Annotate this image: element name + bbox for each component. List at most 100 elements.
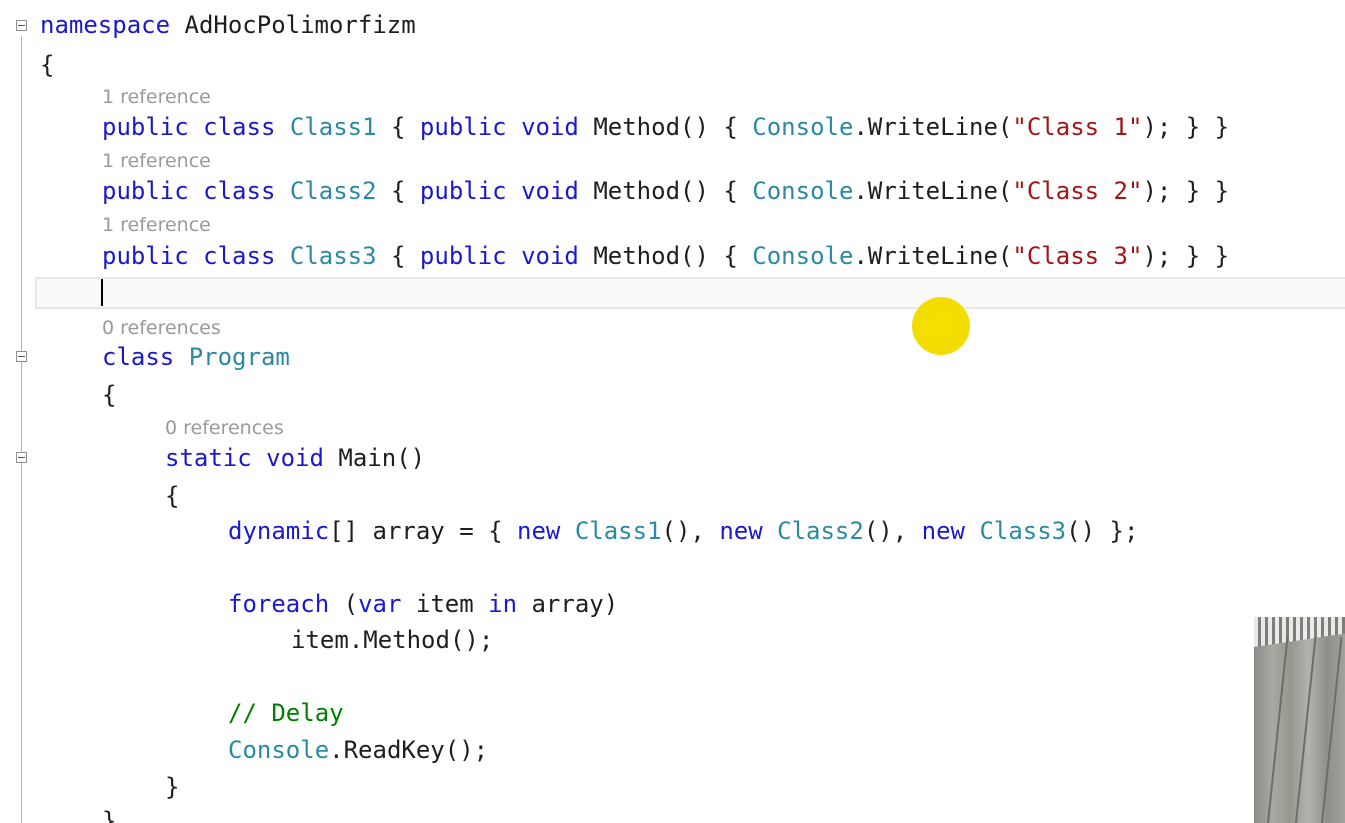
code-line-class1[interactable]: public class Class1 { public void Method… [102, 112, 1229, 142]
code-line-program-open-brace[interactable]: { [102, 380, 116, 410]
class-name: Class3 [979, 517, 1067, 545]
code-line-readkey[interactable]: Console.ReadKey(); [228, 735, 488, 765]
keyword: void [521, 177, 579, 205]
code-line-program-close-brace[interactable]: } [102, 806, 116, 823]
string-literal: "Class 3" [1012, 242, 1143, 270]
string-literal: "Class 1" [1012, 113, 1143, 141]
code-lens-class1[interactable]: 1 reference [102, 85, 211, 109]
code-line-main[interactable]: static void Main() [165, 443, 425, 473]
keyword: void [521, 242, 579, 270]
identifier: array) [517, 590, 619, 618]
method-decl: Main() [338, 444, 426, 472]
string-literal: "Class 2" [1012, 177, 1143, 205]
keyword: var [358, 590, 402, 618]
collapse-namespace-icon[interactable] [16, 20, 27, 31]
keyword: class [203, 113, 276, 141]
punctuation: { [376, 242, 420, 270]
code-line-namespace[interactable]: namespace AdHocPolimorfizm [40, 10, 416, 40]
class-name: Class1 [289, 113, 377, 141]
namespace-name: AdHocPolimorfizm [184, 11, 416, 39]
keyword: new [517, 517, 561, 545]
code-line-program[interactable]: class Program [102, 342, 290, 372]
type-console: Console [752, 177, 854, 205]
current-line-highlight [35, 277, 1345, 309]
code-line-namespace-open-brace[interactable]: { [40, 50, 54, 80]
punctuation: () }; [1066, 517, 1139, 545]
collapse-main-icon[interactable] [16, 452, 27, 463]
code-line-main-close-brace[interactable]: } [165, 772, 179, 802]
keyword: public [102, 242, 189, 270]
code-line-method-call[interactable]: item.Method(); [291, 625, 493, 655]
code-line-main-open-brace[interactable]: { [165, 481, 179, 511]
wall-stripe [1265, 637, 1289, 823]
keyword: public [102, 177, 189, 205]
brace: { [165, 482, 180, 510]
class-name: Program [188, 343, 290, 371]
code-line-foreach[interactable]: foreach (var item in array) [228, 589, 618, 619]
keyword: public [419, 242, 507, 270]
wall-stripe [1319, 637, 1343, 823]
method-call: item.Method(); [291, 626, 494, 654]
class-name: Class2 [289, 177, 377, 205]
punctuation: ( [329, 590, 359, 618]
type-console: Console [752, 113, 854, 141]
outline-guide-namespace [21, 36, 22, 823]
type-console: Console [228, 736, 330, 764]
ceiling-lights [1254, 617, 1345, 647]
class-name: Class3 [289, 242, 377, 270]
keyword: public [102, 113, 189, 141]
code-lens-main[interactable]: 0 references [165, 416, 284, 440]
code-line-class3[interactable]: public class Class3 { public void Method… [102, 241, 1229, 271]
keyword: dynamic [228, 517, 330, 545]
punctuation: (), [661, 517, 720, 545]
keyword: static [165, 444, 252, 472]
brace: { [102, 381, 117, 409]
keyword: class [203, 177, 276, 205]
punctuation: ); } } [1142, 242, 1230, 270]
keyword: in [488, 590, 518, 618]
method-call: .WriteLine( [853, 177, 1013, 205]
keyword: void [266, 444, 324, 472]
keyword: new [921, 517, 965, 545]
keyword: class [203, 242, 276, 270]
code-lens-class3[interactable]: 1 reference [102, 213, 211, 237]
wall-stripe [1293, 637, 1317, 823]
code-editor[interactable]: namespace AdHocPolimorfizm { 1 reference… [0, 0, 1345, 823]
class-name: Class1 [574, 517, 662, 545]
punctuation: ); } } [1142, 113, 1230, 141]
method-call: .WriteLine( [853, 113, 1013, 141]
method-decl: Method() { [593, 177, 753, 205]
collapse-program-icon[interactable] [16, 351, 27, 362]
webcam-overlay [1254, 617, 1345, 823]
keyword: public [419, 113, 507, 141]
code-lens-program[interactable]: 0 references [102, 316, 221, 340]
method-decl: Method() { [593, 113, 753, 141]
punctuation: { [376, 177, 420, 205]
keyword: public [419, 177, 507, 205]
brace: { [40, 51, 55, 79]
keyword: class [102, 343, 175, 371]
method-call: .ReadKey(); [329, 736, 489, 764]
keyword-namespace: namespace [40, 11, 171, 39]
punctuation: { [376, 113, 420, 141]
punctuation: [] array = { [329, 517, 517, 545]
identifier: item [401, 590, 489, 618]
code-line-array-decl[interactable]: dynamic[] array = { new Class1(), new Cl… [228, 516, 1138, 546]
punctuation: ); } } [1142, 177, 1230, 205]
type-console: Console [752, 242, 854, 270]
punctuation: (), [863, 517, 922, 545]
code-line-class2[interactable]: public class Class2 { public void Method… [102, 176, 1229, 206]
mouse-cursor-highlight [912, 297, 970, 355]
keyword: new [719, 517, 763, 545]
keyword: void [521, 113, 579, 141]
comment: // Delay [228, 699, 344, 727]
keyword: foreach [228, 590, 330, 618]
code-line-comment[interactable]: // Delay [228, 698, 344, 728]
method-decl: Method() { [593, 242, 753, 270]
method-call: .WriteLine( [853, 242, 1013, 270]
brace: } [102, 807, 117, 823]
code-lens-class2[interactable]: 1 reference [102, 149, 211, 173]
class-name: Class2 [777, 517, 864, 545]
brace: } [165, 773, 180, 801]
text-caret [101, 279, 103, 306]
